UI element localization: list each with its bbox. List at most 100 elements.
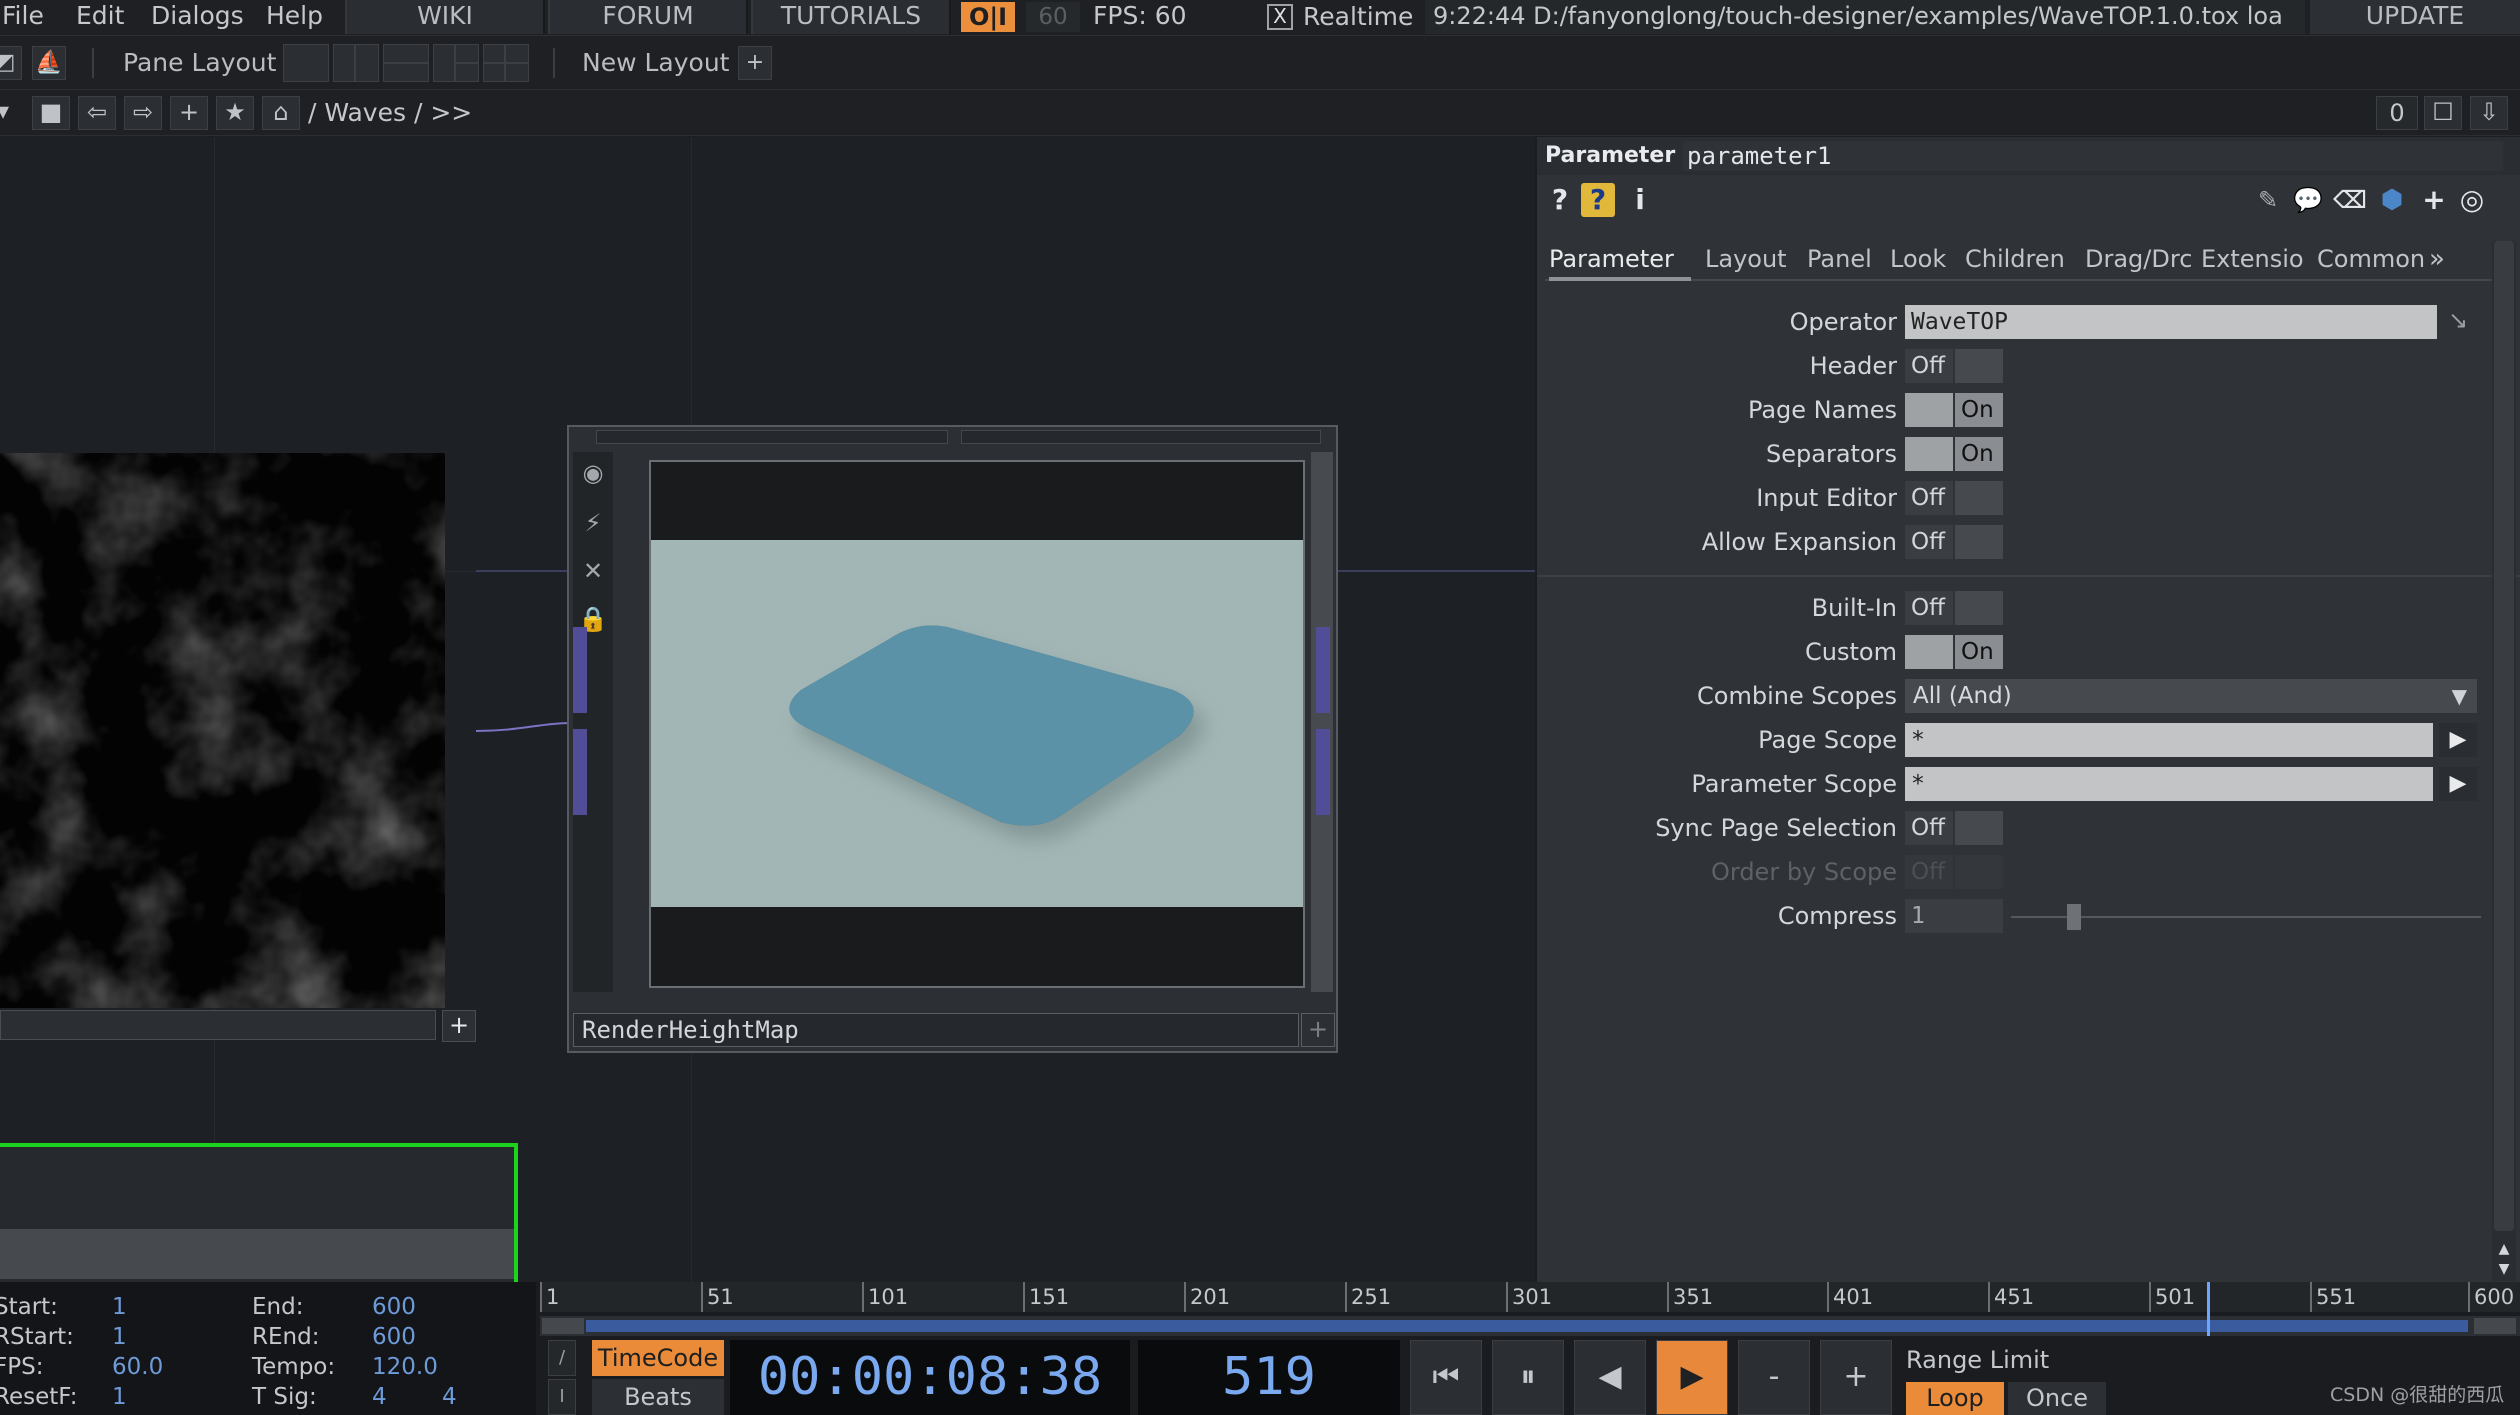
range-bar[interactable] [540,1316,2520,1336]
menu-dialogs[interactable]: Dialogs [151,0,244,36]
stop-icon[interactable]: ■ [32,96,70,130]
pause-button[interactable]: ⏸ [1492,1340,1564,1415]
input-editor-toggle[interactable]: Off [1905,481,2003,515]
tab-more-chevron-icon[interactable]: » [2429,241,2459,281]
header-toggle[interactable]: Off [1905,349,2003,383]
range-start-handle[interactable] [542,1318,584,1334]
node-add-icon[interactable]: + [1301,1013,1335,1047]
tutorials-button[interactable]: TUTORIALS [751,0,951,34]
layout-split-v-button[interactable] [333,44,379,82]
fps-cap-field[interactable]: 60 [1026,2,1080,32]
input-connector[interactable] [573,729,587,815]
node-name-label[interactable]: RenderHeightMap [573,1013,1299,1047]
start-value[interactable]: 1 [112,1292,127,1322]
compress-slider-thumb[interactable] [2067,904,2081,930]
timecode-mode-button[interactable]: TimeCode [592,1340,724,1376]
maximize-pane-icon[interactable]: ☐ [2424,96,2462,130]
step-plus-button[interactable]: + [1820,1340,1892,1415]
clear-icon[interactable]: ⌫ [2333,183,2367,217]
python-help-icon[interactable]: ? [1581,183,1615,217]
page-names-toggle[interactable]: On [1905,393,2003,427]
beats-mode-button[interactable]: Beats [592,1379,724,1415]
range-end-handle[interactable] [2474,1318,2516,1334]
target-icon[interactable]: ◎ [2455,183,2489,217]
close-icon[interactable]: ✕ [578,556,608,586]
play-button[interactable]: ▶ [1656,1340,1728,1415]
tab-look[interactable]: Look [1890,241,1952,281]
param-scrollbar[interactable]: ▲ ▼ [2492,241,2516,1281]
viewer-flag-icon[interactable]: ◉ [578,458,608,488]
parameter-scope-menu-arrow-icon[interactable]: ▶ [2439,767,2477,801]
time-mode-switch-bottom[interactable]: I [548,1379,576,1415]
pane-menu-chevron-icon[interactable]: ▾ [0,96,22,130]
bypass-flag-icon[interactable]: ⚡ [578,508,608,538]
render-top-node[interactable]: ◉ ⚡ ✕ 🔒 RenderHeightMap + [567,425,1338,1053]
page-scope-field[interactable]: * [1905,723,2433,757]
step-back-button[interactable]: ◀ [1574,1340,1646,1415]
network-editor[interactable]: + ◉ ⚡ ✕ 🔒 RenderHeightMap + [0,137,1535,1282]
info-icon[interactable]: i [1623,183,1657,217]
update-button[interactable]: UPDATE [2310,0,2520,34]
pane-download-icon[interactable]: ⇩ [2470,96,2508,130]
menu-help[interactable]: Help [266,0,323,36]
add-parameter-icon[interactable]: + [2417,183,2451,217]
tsig-denominator[interactable]: 4 [442,1382,457,1412]
forward-arrow-icon[interactable]: ⇨ [124,96,162,130]
tab-extensions[interactable]: Extensio [2201,241,2307,281]
network-path[interactable]: / Waves / >> [308,90,472,136]
output-connector[interactable] [1316,729,1330,815]
timecode-display[interactable]: 00:00:08:38 [730,1340,1130,1415]
tempo-value[interactable]: 120.0 [372,1352,438,1382]
tab-children[interactable]: Children [1965,241,2073,281]
add-layout-button[interactable]: + [738,46,772,80]
compress-field[interactable]: 1 [1905,899,2003,933]
once-button[interactable]: Once [2008,1382,2106,1415]
operator-field[interactable]: WaveTOP [1905,305,2437,339]
loop-button[interactable]: Loop [1906,1382,2004,1415]
selected-node[interactable] [0,1143,518,1282]
combine-scopes-dropdown[interactable]: All (And) ▼ [1905,679,2477,713]
input-connector[interactable] [573,627,587,713]
tab-parameter[interactable]: Parameter [1549,241,1691,281]
layout-quad-button[interactable] [483,44,529,82]
rewind-button[interactable]: ⏮ [1410,1340,1482,1415]
parameter-scope-field[interactable]: * [1905,767,2433,801]
oi-toggle-button[interactable]: O|I [961,2,1015,32]
rstart-value[interactable]: 1 [112,1322,127,1352]
realtime-checkbox[interactable]: X [1267,4,1293,30]
help-icon[interactable]: ? [1543,183,1577,217]
built-in-toggle[interactable]: Off [1905,591,2003,625]
fps-value[interactable]: 60.0 [112,1352,163,1382]
compress-slider-track[interactable] [2011,916,2481,918]
forum-button[interactable]: FORUM [548,0,748,34]
page-scope-menu-arrow-icon[interactable]: ▶ [2439,723,2477,757]
bookmark-star-icon[interactable]: ★ [216,96,254,130]
layout-single-button[interactable] [283,44,329,82]
allow-expansion-toggle[interactable]: Off [1905,525,2003,559]
tsig-numerator[interactable]: 4 [372,1382,387,1412]
step-minus-button[interactable]: - [1738,1340,1810,1415]
tab-drag-drop[interactable]: Drag/Drc [2085,241,2191,281]
tab-layout[interactable]: Layout [1705,241,1791,281]
layout-split-h-button[interactable] [383,44,429,82]
layout-three-button[interactable] [433,44,479,82]
scrollbar-thumb[interactable] [2494,241,2514,1231]
home-icon[interactable]: ⌂ [262,96,300,130]
scroll-up-arrow-icon[interactable]: ▲ [2494,1241,2514,1259]
tab-panel[interactable]: Panel [1807,241,1877,281]
wiki-button[interactable]: WIKI [345,0,545,34]
resetf-value[interactable]: 1 [112,1382,127,1412]
operator-name-field[interactable]: parameter1 [1683,141,2503,171]
comment-icon[interactable]: 💬 [2291,183,2325,217]
pane-dock-icon[interactable]: ⛵ [32,46,66,80]
menu-file[interactable]: File [2,0,44,36]
edit-pencil-icon[interactable]: ✎ [2251,183,2285,217]
operator-picker-icon[interactable]: ↘ [2441,303,2475,337]
scroll-down-arrow-icon[interactable]: ▼ [2494,1261,2514,1279]
output-connector[interactable] [1316,627,1330,713]
time-mode-switch-top[interactable]: / [548,1340,576,1376]
end-value[interactable]: 600 [372,1292,416,1322]
tab-common[interactable]: Common [2317,241,2427,281]
custom-toggle[interactable]: On [1905,635,2003,669]
render-viewer[interactable] [649,460,1305,988]
